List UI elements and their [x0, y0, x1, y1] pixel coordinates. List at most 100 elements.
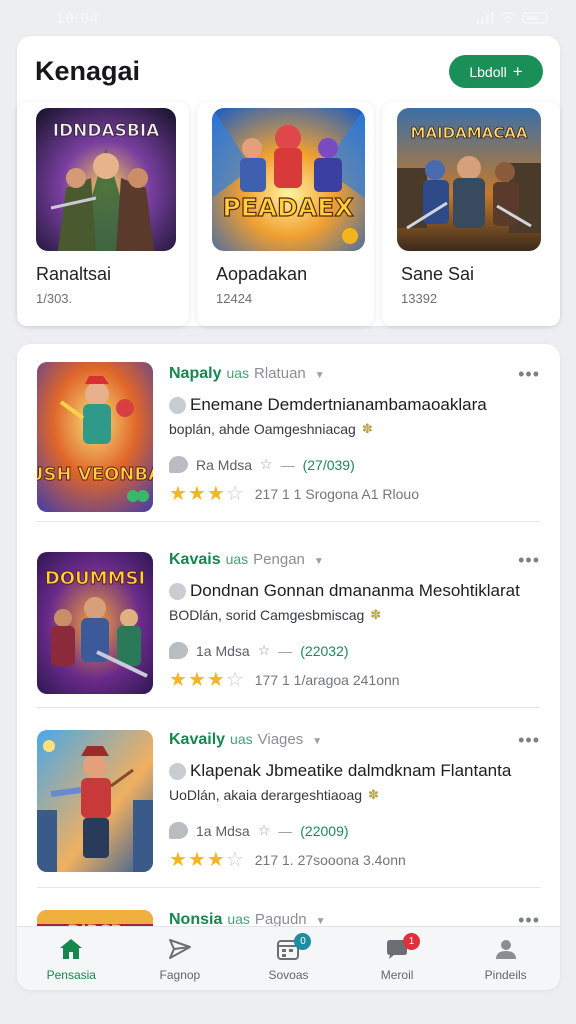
status-icons — [476, 12, 548, 24]
post-score: (22009) — [300, 822, 349, 839]
post-meta: 1a Mdsa ☆ — (22032) — [169, 642, 349, 659]
list-item[interactable]: RUSH VEONBAS Napaly uas Rlatuan ▼ ••• En… — [17, 344, 560, 522]
featured-cover-image: IDNDASBIA — [36, 108, 176, 251]
star-outline-icon: ☆ — [225, 669, 244, 691]
comment-icon[interactable] — [169, 822, 188, 839]
chevron-down-icon[interactable]: ▼ — [314, 556, 324, 567]
post-subline: UoDlán, akaia derargeshtiaoag — [169, 787, 363, 803]
nav-label: Sovoas — [268, 968, 309, 982]
post-reads: 1a Mdsa — [196, 822, 250, 839]
star-icon: ★ — [206, 669, 225, 691]
tag-icon — [169, 396, 186, 414]
featured-cover-title: MAIDAMACAA — [411, 124, 528, 142]
post-meta: Ra Mdsa ☆ — (27/039) — [169, 456, 355, 473]
post-thumbnail — [37, 730, 153, 872]
post-author: Kavais — [169, 551, 221, 568]
post-headline: Dondnan Gonnan dmananma Mesohtiklarat — [190, 581, 520, 600]
tag-icon — [169, 582, 186, 600]
featured-tile[interactable]: MAIDAMACAA Sane Sai 13392 — [382, 102, 560, 326]
star-outline-icon: ☆ — [225, 483, 244, 505]
chevron-down-icon[interactable]: ▼ — [312, 736, 322, 747]
star-outline-icon[interactable]: ☆ — [258, 642, 271, 659]
star-icon: ★ — [206, 849, 225, 871]
calendar-icon: 0 — [275, 933, 312, 961]
rating-stars: ★ ★ ★ ☆ 217 1. 27sooona 3.4onn — [169, 850, 406, 870]
divider — [37, 521, 540, 522]
rating-stars: ★ ★ ★ ☆ 217 1 1 Srogona A1 Rlouo — [169, 484, 419, 504]
nav-label: Pensasia — [46, 968, 96, 982]
post-footer: 177 1 1/aragoa 241onn — [254, 672, 400, 688]
post-sub1: uas — [226, 365, 250, 381]
nav-item-profile[interactable]: Pindeils — [451, 927, 560, 990]
nav-item-messages[interactable]: 1 Meroil — [343, 927, 452, 990]
star-icon: ★ — [187, 849, 206, 871]
nav-label: Pindeils — [484, 968, 527, 982]
list-item[interactable]: Kavaily uas Viages ▼ ••• Klapenak Jbmeat… — [17, 710, 560, 888]
more-options-icon[interactable]: ••• — [518, 364, 540, 385]
featured-tile[interactable]: PEADAEX Aopadakan 12424 — [197, 102, 374, 326]
featured-name: Ranaltsai — [36, 264, 112, 284]
post-sub2: Viages — [257, 731, 304, 748]
featured-count: 13392 — [401, 291, 438, 306]
follow-button[interactable]: Lbdoll + — [449, 55, 543, 88]
post-sub2: Pengan — [253, 551, 305, 568]
plus-icon: + — [512, 62, 523, 81]
post-sub2: Rlatuan — [254, 365, 306, 382]
featured-count: 1/303. — [36, 291, 73, 306]
award-icon: ✽ — [368, 787, 379, 802]
post-header: Napaly uas Rlatuan ▼ — [169, 365, 325, 383]
more-options-icon[interactable]: ••• — [518, 550, 540, 571]
more-options-icon[interactable]: ••• — [518, 730, 540, 751]
battery-icon — [522, 12, 548, 24]
featured-count: 12424 — [216, 291, 253, 306]
featured-cover-title: PEADAEX — [222, 193, 353, 222]
star-icon: ★ — [169, 669, 187, 691]
status-bar: 10:04 — [0, 0, 576, 36]
post-header: Kavaily uas Viages ▼ — [169, 731, 322, 749]
notification-badge: 0 — [294, 933, 312, 950]
bottom-nav: Pensasia Fagnop 0 Sovoas 1 Meroil Pindei… — [17, 926, 560, 990]
post-headline-row: Enemane Demdertnianambamaoaklara — [169, 395, 487, 415]
page-title: Kenagai — [35, 56, 141, 86]
status-time: 10:04 — [56, 9, 100, 27]
featured-tile[interactable]: IDNDASBIA Ranaltsai 1/303. — [17, 102, 189, 326]
nav-item-calendar[interactable]: 0 Sovoas — [234, 927, 343, 990]
post-thumbnail: DOUMMSI — [37, 552, 153, 694]
send-icon — [167, 937, 193, 961]
star-outline-icon[interactable]: ☆ — [258, 822, 271, 839]
profile-icon — [493, 937, 519, 961]
post-footer: 217 1 1 Srogona A1 Rlouo — [254, 486, 419, 502]
divider — [37, 707, 540, 708]
featured-cover-image: MAIDAMACAA — [397, 108, 541, 251]
post-subline-row: UoDlán, akaia derargeshtiaoag ✽ — [169, 787, 379, 803]
star-icon: ★ — [169, 483, 187, 505]
featured-card: Kenagai Lbdoll + IDNDASBIA Ranaltsai 1/3… — [17, 36, 560, 326]
featured-cover-image: PEADAEX — [212, 108, 365, 251]
separator-dash: — — [278, 642, 293, 659]
rating-stars: ★ ★ ★ ☆ 177 1 1/aragoa 241onn — [169, 670, 400, 690]
star-icon: ★ — [187, 483, 206, 505]
post-headline-row: Klapenak Jbmeatike dalmdknam Flantanta — [169, 761, 511, 781]
post-author: Kavaily — [169, 731, 226, 748]
post-thumbnail-title: RUSH VEONBAS — [37, 464, 153, 485]
post-meta: 1a Mdsa ☆ — (22009) — [169, 822, 349, 839]
post-list: RUSH VEONBAS Napaly uas Rlatuan ▼ ••• En… — [17, 344, 560, 990]
comment-icon[interactable] — [169, 456, 188, 473]
list-item[interactable]: DOUMMSI Kavais uas Pengan ▼ ••• Dondnan … — [17, 530, 560, 708]
nav-item-home[interactable]: Pensasia — [17, 927, 126, 990]
chat-icon: 1 — [384, 933, 421, 961]
post-thumbnail: RUSH VEONBAS — [37, 362, 153, 512]
post-reads: 1a Mdsa — [196, 642, 250, 659]
post-headline: Klapenak Jbmeatike dalmdknam Flantanta — [190, 761, 512, 780]
nav-label: Fagnop — [159, 968, 201, 982]
nav-item-send[interactable]: Fagnop — [126, 927, 235, 990]
home-icon — [58, 937, 84, 961]
featured-cover-title: IDNDASBIA — [53, 121, 160, 141]
star-outline-icon[interactable]: ☆ — [260, 456, 273, 473]
separator-dash: — — [278, 822, 293, 839]
comment-icon[interactable] — [169, 642, 188, 659]
follow-button-label: Lbdoll — [469, 63, 507, 80]
chevron-down-icon[interactable]: ▼ — [315, 370, 325, 381]
star-icon: ★ — [169, 849, 187, 871]
star-icon: ★ — [187, 669, 206, 691]
